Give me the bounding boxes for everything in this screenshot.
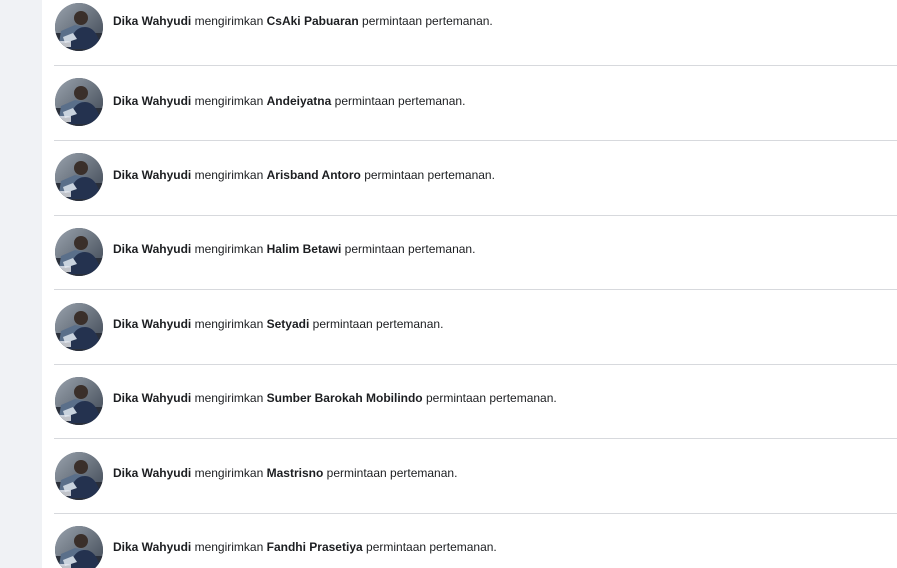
suffix-text: permintaan pertemanan. [326, 466, 458, 480]
notification-item[interactable]: Dika Wahyudi mengirimkan Andeiyatna perm… [42, 66, 897, 141]
notification-text: Dika Wahyudi mengirimkan Arisband Antoro… [113, 168, 495, 182]
notification-item[interactable]: Dika Wahyudi mengirimkan Halim Betawi pe… [42, 216, 897, 290]
actor-name[interactable]: Dika Wahyudi [113, 466, 191, 480]
suffix-text: permintaan pertemanan. [334, 94, 466, 108]
target-name[interactable]: Mastrisno [267, 466, 324, 480]
notification-text: Dika Wahyudi mengirimkan Sumber Barokah … [113, 391, 557, 405]
avatar-photo [55, 228, 103, 276]
notification-item[interactable]: Dika Wahyudi mengirimkan Setyadi permint… [42, 290, 897, 365]
notification-item[interactable]: Dika Wahyudi mengirimkan Sumber Barokah … [42, 365, 897, 439]
notification-text: Dika Wahyudi mengirimkan Halim Betawi pe… [113, 242, 475, 256]
verb-text: mengirimkan [194, 540, 264, 554]
suffix-text: permintaan pertemanan. [364, 168, 495, 182]
target-name[interactable]: Halim Betawi [267, 242, 342, 256]
avatar-photo [55, 377, 103, 425]
avatar[interactable] [55, 526, 103, 568]
notification-text: Dika Wahyudi mengirimkan Fandhi Prasetiy… [113, 540, 497, 554]
avatar-photo [55, 153, 103, 201]
avatar-photo [55, 526, 103, 568]
actor-name[interactable]: Dika Wahyudi [113, 540, 191, 554]
notification-item[interactable]: Dika Wahyudi mengirimkan Arisband Antoro… [42, 141, 897, 216]
target-name[interactable]: Andeiyatna [267, 94, 332, 108]
avatar-photo [55, 303, 103, 351]
verb-text: mengirimkan [194, 168, 264, 182]
target-name[interactable]: Sumber Barokah Mobilindo [267, 391, 423, 405]
avatar[interactable] [55, 303, 103, 351]
verb-text: mengirimkan [194, 466, 264, 480]
avatar-photo [55, 452, 103, 500]
avatar[interactable] [55, 377, 103, 425]
notification-item[interactable]: Dika Wahyudi mengirimkan Fandhi Prasetiy… [42, 514, 897, 568]
notification-text: Dika Wahyudi mengirimkan CsAki Pabuaran … [113, 14, 493, 28]
avatar-photo [55, 3, 103, 51]
notification-text: Dika Wahyudi mengirimkan Andeiyatna perm… [113, 94, 465, 108]
avatar[interactable] [55, 78, 103, 126]
target-name[interactable]: Arisband Antoro [267, 168, 361, 182]
suffix-text: permintaan pertemanan. [312, 317, 444, 331]
actor-name[interactable]: Dika Wahyudi [113, 391, 191, 405]
actor-name[interactable]: Dika Wahyudi [113, 168, 191, 182]
suffix-text: permintaan pertemanan. [425, 391, 557, 405]
left-rail [0, 0, 42, 568]
avatar[interactable] [55, 452, 103, 500]
suffix-text: permintaan pertemanan. [362, 14, 493, 28]
verb-text: mengirimkan [194, 317, 264, 331]
target-name[interactable]: Setyadi [267, 317, 310, 331]
notification-item[interactable]: Dika Wahyudi mengirimkan CsAki Pabuaran … [42, 0, 897, 66]
actor-name[interactable]: Dika Wahyudi [113, 94, 191, 108]
actor-name[interactable]: Dika Wahyudi [113, 14, 191, 28]
notifications-page: Dika Wahyudi mengirimkan CsAki Pabuaran … [0, 0, 897, 568]
verb-text: mengirimkan [194, 94, 264, 108]
avatar[interactable] [55, 228, 103, 276]
avatar[interactable] [55, 3, 103, 51]
notification-text: Dika Wahyudi mengirimkan Mastrisno permi… [113, 466, 457, 480]
suffix-text: permintaan pertemanan. [366, 540, 497, 554]
verb-text: mengirimkan [194, 242, 264, 256]
notification-item[interactable]: Dika Wahyudi mengirimkan Mastrisno permi… [42, 439, 897, 514]
suffix-text: permintaan pertemanan. [344, 242, 476, 256]
target-name[interactable]: CsAki Pabuaran [267, 14, 359, 28]
avatar-photo [55, 78, 103, 126]
target-name[interactable]: Fandhi Prasetiya [267, 540, 363, 554]
actor-name[interactable]: Dika Wahyudi [113, 242, 191, 256]
avatar[interactable] [55, 153, 103, 201]
verb-text: mengirimkan [194, 391, 264, 405]
actor-name[interactable]: Dika Wahyudi [113, 317, 191, 331]
notification-text: Dika Wahyudi mengirimkan Setyadi permint… [113, 317, 443, 331]
verb-text: mengirimkan [194, 14, 264, 28]
